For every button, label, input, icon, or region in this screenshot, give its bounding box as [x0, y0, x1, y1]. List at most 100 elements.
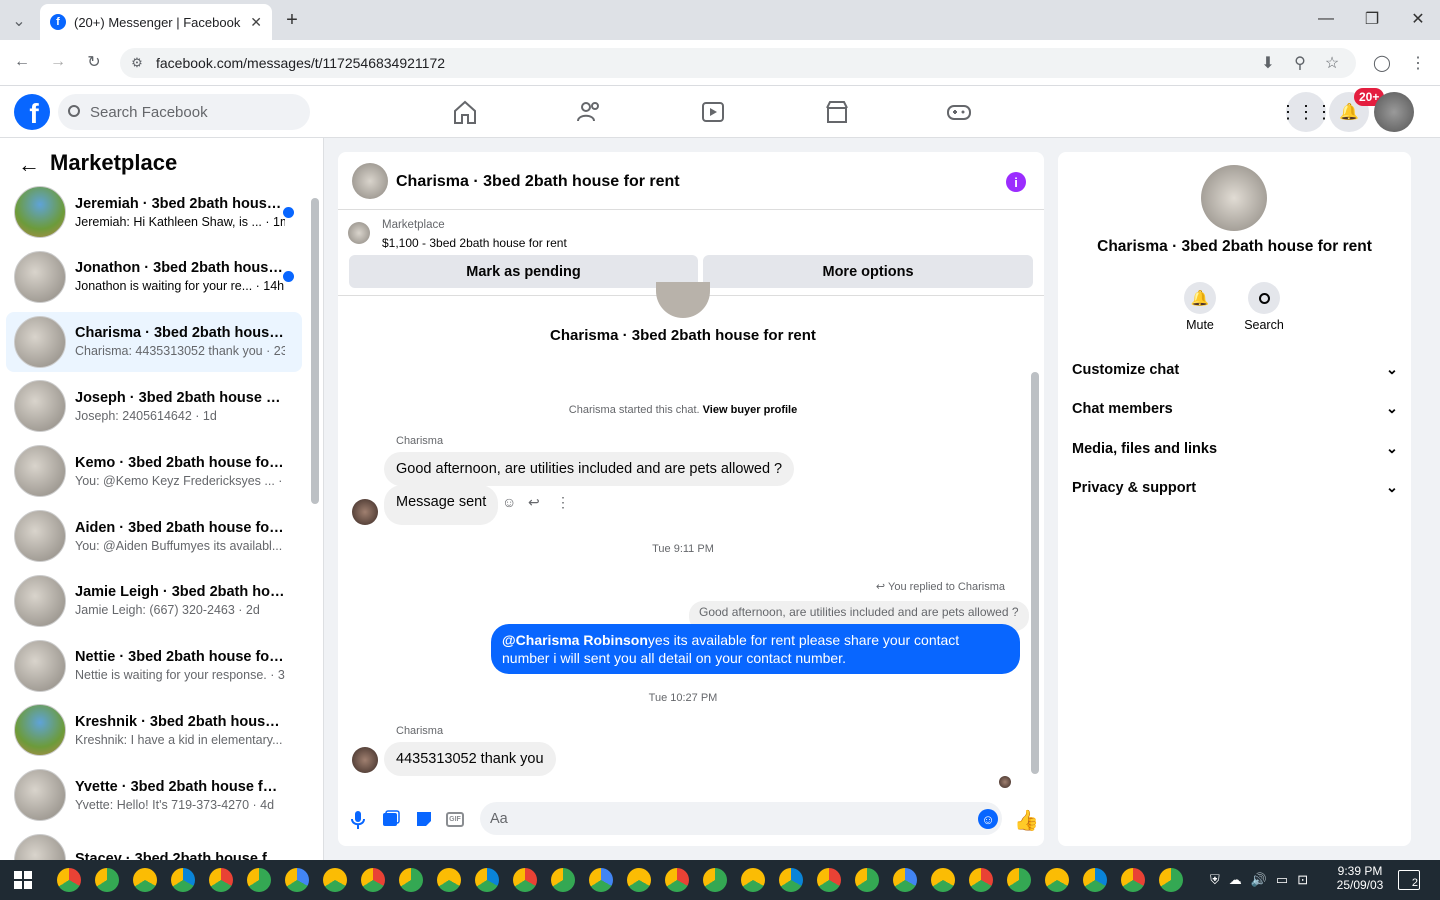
- taskbar-app-icon[interactable]: [95, 868, 119, 892]
- taskbar-app-icon[interactable]: [893, 868, 917, 892]
- facebook-logo-icon[interactable]: f: [14, 94, 50, 130]
- zoom-icon[interactable]: ⚲: [1290, 54, 1310, 72]
- account-avatar[interactable]: [1374, 92, 1414, 132]
- conversation-item[interactable]: Kreshnik · 3bed 2bath house for... Kreshn…: [6, 700, 302, 760]
- listing-title[interactable]: $1,100 - 3bed 2bath house for rent: [382, 236, 567, 250]
- taskbar-app-icon[interactable]: [57, 868, 81, 892]
- taskbar-app-icon[interactable]: [551, 868, 575, 892]
- taskbar-app-icon[interactable]: [1083, 868, 1107, 892]
- react-icon[interactable]: ☺: [502, 494, 516, 510]
- chat-avatar[interactable]: [352, 163, 388, 199]
- taskbar-app-icon[interactable]: [779, 868, 803, 892]
- profile-icon[interactable]: ◯: [1372, 54, 1392, 72]
- sidebar-scrollbar[interactable]: [311, 198, 319, 504]
- friends-icon[interactable]: [574, 98, 604, 126]
- taskbar-app-icon[interactable]: [1159, 868, 1183, 892]
- menu-grid-icon[interactable]: ⋮⋮⋮: [1279, 92, 1333, 132]
- taskbar-app-icon[interactable]: [589, 868, 613, 892]
- site-info-icon[interactable]: ⚙: [128, 54, 146, 72]
- taskbar-app-icon[interactable]: [437, 868, 461, 892]
- taskbar-app-icon[interactable]: [133, 868, 157, 892]
- taskbar-app-icon[interactable]: [703, 868, 727, 892]
- browser-menu-icon[interactable]: ⋮: [1408, 54, 1428, 72]
- media-files-links-section[interactable]: Media, files and links ⌄: [1072, 441, 1398, 457]
- mute-bell-icon[interactable]: 🔔: [1184, 282, 1216, 314]
- tab-close-icon[interactable]: ✕: [250, 14, 262, 31]
- window-close-icon[interactable]: ✕: [1408, 8, 1428, 30]
- thumbs-up-icon[interactable]: 👍: [1014, 808, 1039, 833]
- new-tab-icon[interactable]: +: [282, 9, 302, 31]
- taskbar-app-icon[interactable]: [665, 868, 689, 892]
- customize-chat-section[interactable]: Customize chat ⌄: [1072, 362, 1398, 378]
- taskbar-app-icon[interactable]: [361, 868, 385, 892]
- taskbar-app-icon[interactable]: [209, 868, 233, 892]
- restore-icon[interactable]: ❐: [1362, 8, 1382, 30]
- taskbar-app-icon[interactable]: [247, 868, 271, 892]
- more-options-button[interactable]: More options: [703, 255, 1033, 288]
- address-bar[interactable]: facebook.com/messages/t/1172546834921172: [120, 48, 1356, 78]
- incoming-message[interactable]: Message sent: [384, 485, 499, 525]
- mark-pending-button[interactable]: Mark as pending: [349, 255, 698, 288]
- windows-start-icon[interactable]: [14, 871, 32, 889]
- taskbar-app-icon[interactable]: [817, 868, 841, 892]
- conversation-item[interactable]: Charisma · 3bed 2bath house fo... Charism…: [6, 311, 302, 372]
- taskbar-app-icon[interactable]: [741, 868, 765, 892]
- tab-search-chevron-icon[interactable]: ⌄: [8, 10, 30, 32]
- privacy-support-section[interactable]: Privacy & support ⌄: [1072, 480, 1398, 496]
- chat-title[interactable]: Charisma · 3bed 2bath house for rent: [396, 173, 680, 191]
- system-tray-icons[interactable]: ⛨☁🔊▭⊡: [1210, 872, 1317, 888]
- taskbar-app-icon[interactable]: [1045, 868, 1069, 892]
- outgoing-message[interactable]: @Charisma Robinsonyes its available for …: [491, 624, 1020, 674]
- emoji-icon[interactable]: ☺: [978, 809, 998, 829]
- reload-icon[interactable]: ↻: [84, 52, 104, 72]
- minimize-icon[interactable]: —: [1316, 8, 1336, 30]
- taskbar-app-icon[interactable]: [969, 868, 993, 892]
- details-avatar[interactable]: [1201, 165, 1267, 231]
- conversation-item[interactable]: Yvette · 3bed 2bath house for re... Yvett…: [6, 765, 302, 825]
- sticker-icon[interactable]: [415, 810, 433, 828]
- search-input[interactable]: Search Facebook: [58, 94, 310, 130]
- forward-icon[interactable]: →: [48, 52, 68, 72]
- gaming-icon[interactable]: [944, 98, 974, 126]
- conversation-item[interactable]: Aiden · 3bed 2bath house for rent You: @A…: [6, 506, 302, 566]
- conversation-item[interactable]: Jeremiah · 3bed 2bath house f... Jeremiah…: [6, 182, 302, 242]
- taskbar-app-icon[interactable]: [399, 868, 423, 892]
- search-chat-icon[interactable]: [1248, 282, 1280, 314]
- back-icon[interactable]: ←: [12, 52, 32, 72]
- notification-center-icon[interactable]: 2: [1398, 870, 1420, 890]
- message-composer-input[interactable]: Aa: [480, 802, 1002, 835]
- taskbar-app-icon[interactable]: [931, 868, 955, 892]
- chat-scrollbar[interactable]: [1031, 372, 1039, 774]
- microphone-icon[interactable]: [350, 810, 366, 830]
- taskbar-app-icon[interactable]: [855, 868, 879, 892]
- incoming-message[interactable]: 4435313052 thank you: [384, 742, 556, 776]
- taskbar-app-icon[interactable]: [1121, 868, 1145, 892]
- home-icon[interactable]: [450, 98, 480, 126]
- conversation-item[interactable]: Kemo · 3bed 2bath house for ... You: @Kem…: [6, 441, 302, 501]
- gif-icon[interactable]: GIF: [446, 812, 464, 827]
- reply-icon[interactable]: ↩: [528, 494, 540, 511]
- marketplace-icon[interactable]: [822, 98, 852, 126]
- chat-members-section[interactable]: Chat members ⌄: [1072, 401, 1398, 417]
- back-arrow-icon[interactable]: ←: [18, 152, 40, 178]
- incoming-message[interactable]: Good afternoon, are utilities included a…: [384, 452, 795, 486]
- view-buyer-profile-link[interactable]: View buyer profile: [703, 404, 798, 416]
- taskbar-app-icon[interactable]: [475, 868, 499, 892]
- mention[interactable]: @Charisma Robinson: [502, 632, 648, 648]
- bookmark-star-icon[interactable]: ☆: [1322, 54, 1342, 72]
- install-app-icon[interactable]: ⬇: [1258, 54, 1278, 72]
- conversation-item[interactable]: Nettie · 3bed 2bath house for re... Netti…: [6, 636, 302, 696]
- taskbar-app-icon[interactable]: [627, 868, 651, 892]
- taskbar-app-icon[interactable]: [513, 868, 537, 892]
- more-actions-icon[interactable]: ⋮: [556, 494, 570, 511]
- photo-icon[interactable]: [382, 810, 400, 828]
- browser-tab[interactable]: f (20+) Messenger | Facebook ✕: [40, 4, 272, 40]
- conversation-item[interactable]: Stacey · 3bed 2bath house for r...: [6, 830, 302, 860]
- taskbar-app-icon[interactable]: [171, 868, 195, 892]
- taskbar-app-icon[interactable]: [285, 868, 309, 892]
- conversation-item[interactable]: Jamie Leigh · 3bed 2bath house ... Jamie …: [6, 571, 302, 631]
- conversation-item[interactable]: Joseph · 3bed 2bath house for r... Joseph…: [6, 376, 302, 436]
- taskbar-app-icon[interactable]: [1007, 868, 1031, 892]
- conversation-item[interactable]: Jonathon · 3bed 2bath house f... Jonathon…: [6, 247, 302, 307]
- taskbar-clock[interactable]: 9:39 PM 25/09/03: [1330, 864, 1390, 892]
